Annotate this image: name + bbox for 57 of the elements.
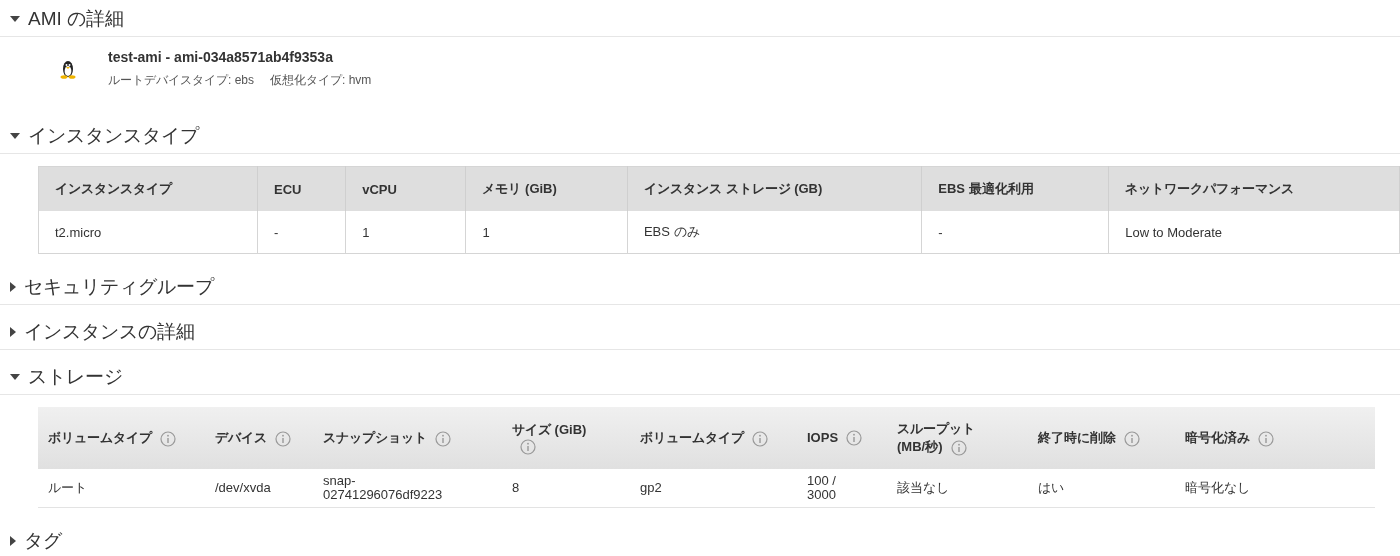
table-cell: gp2 [630, 469, 797, 507]
info-icon[interactable] [435, 430, 451, 447]
table-cell: 暗号化なし [1175, 469, 1335, 507]
table-cell: snap-02741296076df9223 [313, 469, 502, 507]
column-header: 暗号化済み [1175, 407, 1335, 469]
caret-icon [10, 133, 20, 139]
column-header: IOPS [797, 407, 887, 469]
info-icon[interactable] [752, 430, 768, 447]
caret-icon [10, 374, 20, 380]
caret-icon [10, 535, 16, 546]
ami-name: test-ami - ami-034a8571ab4f9353a [108, 49, 334, 65]
column-header: メモリ (GiB) [465, 166, 628, 211]
column-header: インスタンス ストレージ (GB) [627, 166, 922, 211]
table-cell: ルート [38, 469, 205, 507]
info-icon[interactable] [1258, 430, 1274, 447]
column-header: インスタンスタイプ [38, 166, 258, 211]
section-header[interactable]: インスタンスの詳細 [0, 317, 1400, 350]
column-header: EBS 最適化利用 [921, 166, 1109, 211]
ami-attribute: ルートデバイスタイプ: ebs [108, 72, 254, 89]
column-header: スループット (MB/秒) [887, 407, 1028, 469]
column-header: ECU [257, 166, 346, 211]
info-icon[interactable] [520, 439, 536, 456]
section-header[interactable]: ストレージ [0, 362, 1400, 395]
info-icon[interactable] [950, 439, 967, 456]
column-header: サイズ (GiB) [502, 407, 630, 469]
table-cell: - [921, 211, 1109, 254]
table-cell: 100 / 3000 [797, 469, 887, 507]
column-header: ボリュームタイプ [630, 407, 797, 469]
table-cell: 8 [502, 469, 630, 507]
ami-attribute: 仮想化タイプ: hvm [270, 72, 372, 89]
table-cell: 該当なし [887, 469, 1028, 507]
table-cell: 1 [345, 211, 466, 254]
table-cell: Low to Moderate [1108, 211, 1400, 254]
section-header[interactable]: セキュリティグループ [0, 272, 1400, 305]
column-header: 終了時に削除 [1028, 407, 1175, 469]
caret-icon [10, 327, 16, 337]
table-cell: t2.micro [38, 211, 258, 254]
section-header[interactable]: インスタンスタイプ [0, 121, 1400, 154]
section-header[interactable]: AMI の詳細 [0, 4, 1400, 37]
table-cell: /dev/xvda [205, 469, 313, 507]
info-icon[interactable] [275, 430, 291, 447]
column-header: ネットワークパフォーマンス [1108, 166, 1400, 211]
column-header: ボリュームタイプ [38, 407, 205, 469]
table-cell: はい [1028, 469, 1175, 507]
caret-icon [10, 282, 16, 292]
table-cell: 1 [465, 211, 628, 254]
info-icon[interactable] [160, 430, 176, 447]
penguin-icon [60, 59, 76, 79]
column-header: vCPU [345, 166, 466, 211]
section-header[interactable]: タグ [0, 525, 1400, 556]
info-icon[interactable] [846, 430, 863, 447]
column-header: スナップショット [313, 407, 502, 469]
column-header: デバイス [205, 407, 313, 469]
table-cell: EBS のみ [627, 211, 922, 254]
table-cell: - [257, 211, 346, 254]
info-icon[interactable] [1124, 430, 1140, 447]
caret-icon [10, 16, 20, 22]
